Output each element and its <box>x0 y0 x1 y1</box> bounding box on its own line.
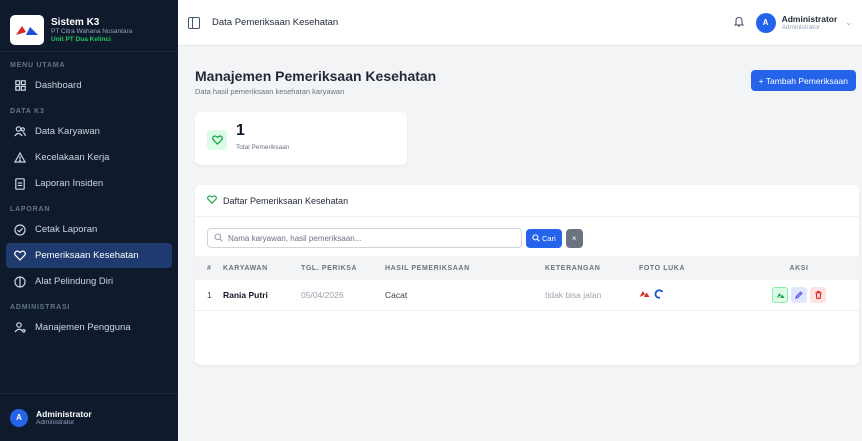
sidebar-item-label: Data Karyawan <box>35 126 100 137</box>
sidebar: Sistem K3 PT Citra Wahana Nusantara Unit… <box>0 0 178 441</box>
sidebar-item-cetak-laporan[interactable]: Cetak Laporan <box>6 217 172 242</box>
sidebar-item-dashboard[interactable]: Dashboard <box>6 73 172 98</box>
search-button-label: Cari <box>542 233 556 243</box>
header-title: Data Pemeriksaan Kesehatan <box>212 17 339 28</box>
bell-icon[interactable] <box>733 16 744 30</box>
cell-aksi <box>739 280 859 311</box>
user-menu[interactable]: A Administrator Administrator ⌄ <box>755 12 852 33</box>
photo-thumbnail-icon[interactable] <box>639 289 650 301</box>
sidebar-user[interactable]: A Administrator Administrator <box>0 393 178 441</box>
company-logo <box>10 15 44 45</box>
list-card-title: Daftar Pemeriksaan Kesehatan <box>223 195 349 206</box>
brand: Sistem K3 PT Citra Wahana Nusantara Unit… <box>0 0 178 52</box>
column-header-aksi: AKSI <box>739 256 859 280</box>
users-icon <box>14 126 26 138</box>
document-icon <box>14 177 26 190</box>
stat-card-total: 1 Total Pemeriksaan <box>195 112 407 165</box>
sidebar-toggle-icon[interactable] <box>188 16 200 29</box>
search-row: Cari × <box>207 228 583 248</box>
sidebar-item-label: Pemeriksaan Kesehatan <box>35 250 139 261</box>
list-card-header: Daftar Pemeriksaan Kesehatan <box>195 185 859 217</box>
top-bar: Data Pemeriksaan Kesehatan A Administrat… <box>178 0 862 46</box>
view-photo-button[interactable] <box>772 286 788 303</box>
sidebar-item-label: Manajemen Pengguna <box>35 322 131 333</box>
sidebar-item-label: Dashboard <box>35 80 82 91</box>
delete-button[interactable] <box>810 286 826 303</box>
avatar: A <box>755 12 776 33</box>
sidebar-item-label: Laporan Insiden <box>35 178 104 189</box>
sidebar-user-name: Administrator <box>36 409 92 419</box>
shield-icon <box>14 275 26 288</box>
sidebar-item-alat-pelindung-diri[interactable]: Alat Pelindung Diri <box>6 269 172 294</box>
warning-icon <box>14 152 26 164</box>
column-header-keterangan: KETERANGAN <box>545 256 639 280</box>
cell-karyawan: Rania Putri <box>223 280 301 311</box>
search-button[interactable]: Cari <box>526 228 562 248</box>
stat-label: Total Pemeriksaan <box>236 144 290 151</box>
cell-foto-luka <box>639 280 739 311</box>
column-header-no: # <box>195 256 223 280</box>
column-header-hasil: HASIL PEMERIKSAAN <box>385 256 545 280</box>
sidebar-user-role: Administrator <box>36 419 75 426</box>
health-icon <box>207 130 227 150</box>
brand-company: PT Citra Wahana Nusantara <box>51 28 133 36</box>
search-input[interactable] <box>228 233 515 243</box>
edit-button[interactable] <box>791 286 807 303</box>
brand-unit: Unit PT Dua Kelinci <box>51 35 111 43</box>
health-icon <box>207 195 217 206</box>
cell-no: 1 <box>195 280 223 311</box>
stat-value: 1 <box>236 122 245 139</box>
search-box[interactable] <box>207 228 522 248</box>
grid-icon <box>14 80 26 92</box>
nav-section-data-k3: DATA K3 <box>10 108 45 115</box>
column-header-tgl-periksa: TGL. PERIKSA <box>301 256 385 280</box>
examination-table: # KARYAWAN TGL. PERIKSA HASIL PEMERIKSAA… <box>195 256 859 311</box>
header-user-name: Administrator <box>781 14 838 24</box>
header-user-role: Administrator <box>781 24 820 31</box>
health-icon <box>14 250 26 262</box>
cell-tgl-periksa: 05/04/2026 <box>301 280 385 311</box>
column-header-foto-luka: FOTO LUKA <box>639 256 739 280</box>
table-header-row: # KARYAWAN TGL. PERIKSA HASIL PEMERIKSAA… <box>195 256 859 280</box>
column-header-karyawan: KARYAWAN <box>223 256 301 280</box>
printer-icon <box>14 223 26 236</box>
sidebar-item-pemeriksaan-kesehatan[interactable]: Pemeriksaan Kesehatan <box>6 243 172 268</box>
cell-hasil: Cacat <box>385 280 545 311</box>
search-icon <box>214 232 223 244</box>
nav-section-menu-utama: MENU UTAMA <box>10 62 66 69</box>
sidebar-item-data-karyawan[interactable]: Data Karyawan <box>6 119 172 144</box>
sidebar-item-manajemen-pengguna[interactable]: Manajemen Pengguna <box>6 315 172 340</box>
examination-list-card: Daftar Pemeriksaan Kesehatan Cari × # KA… <box>195 185 859 365</box>
nav-section-laporan: LAPORAN <box>10 206 51 213</box>
photo-thumbnail-icon[interactable] <box>654 289 664 301</box>
search-icon <box>532 234 540 242</box>
sidebar-item-label: Cetak Laporan <box>35 224 98 235</box>
page-subtitle: Data hasil pemeriksaan kesehatan karyawa… <box>195 87 345 96</box>
table-row: 1 Rania Putri 05/04/2026 Cacat tidak bis… <box>195 280 859 311</box>
clear-search-button[interactable]: × <box>565 228 583 248</box>
nav-section-administrasi: ADMINISTRASI <box>10 304 71 311</box>
user-settings-icon <box>14 322 26 334</box>
add-examination-button[interactable]: + Tambah Pemeriksaan <box>750 70 856 91</box>
sidebar-item-kecelakaan-kerja[interactable]: Kecelakaan Kerja <box>6 145 172 170</box>
page-title: Manajemen Pemeriksaan Kesehatan <box>195 68 437 84</box>
sidebar-item-laporan-insiden[interactable]: Laporan Insiden <box>6 171 172 196</box>
chevron-down-icon: ⌄ <box>845 18 852 27</box>
cell-keterangan: tidak bisa jalan <box>545 280 639 311</box>
brand-title: Sistem K3 <box>51 16 100 28</box>
sidebar-item-label: Kecelakaan Kerja <box>35 152 110 163</box>
avatar: A <box>10 408 28 427</box>
main-content: Manajemen Pemeriksaan Kesehatan Data has… <box>178 46 862 441</box>
sidebar-item-label: Alat Pelindung Diri <box>35 276 114 287</box>
